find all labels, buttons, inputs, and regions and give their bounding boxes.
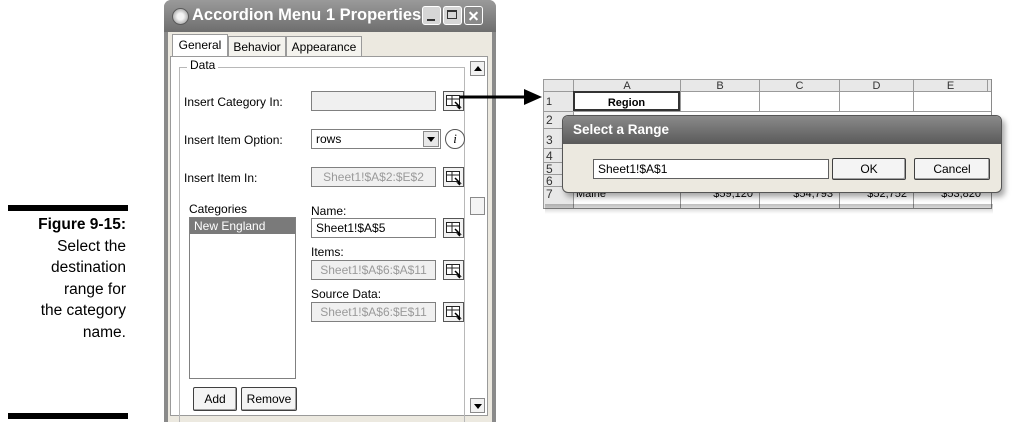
maximize-button[interactable]	[443, 6, 462, 25]
name-field[interactable]: Sheet1!$A$5	[311, 218, 436, 238]
general-panel: Data Insert Category In: Insert Item Opt…	[170, 56, 488, 422]
figure-number: Figure 9-15:	[38, 216, 126, 233]
dialog-title: Select a Range	[573, 122, 670, 137]
insert-category-field[interactable]	[311, 91, 436, 111]
list-item[interactable]: New England	[190, 218, 295, 234]
tab-appearance[interactable]: Appearance	[286, 36, 362, 56]
column-header[interactable]: A	[573, 79, 680, 91]
remove-button[interactable]: Remove	[241, 387, 297, 411]
categories-list[interactable]: New England	[189, 217, 296, 379]
app-icon	[172, 8, 189, 25]
column-header[interactable]: D	[839, 79, 913, 91]
insert-item-option-value: rows	[316, 132, 342, 146]
caption-line: Select the	[57, 237, 126, 255]
categories-label: Categories	[189, 202, 248, 216]
insert-item-in-label: Insert Item In:	[184, 171, 258, 185]
select-range-dialog: Select a Range Sheet1!$A$1 OK Cancel	[562, 115, 1002, 193]
range-input[interactable]: Sheet1!$A$1	[593, 159, 829, 179]
chevron-down-icon[interactable]	[423, 131, 439, 147]
properties-window: Accordion Menu 1 Properties General Beha…	[164, 0, 496, 422]
table-row: 1 Region	[543, 91, 991, 111]
caption-rule-top	[8, 205, 128, 211]
range-select-icon	[443, 218, 464, 238]
caption-line: range for	[63, 280, 126, 298]
items-range-button[interactable]	[443, 260, 464, 280]
minimize-button[interactable]	[422, 6, 441, 25]
column-header[interactable]	[987, 79, 991, 91]
column-header[interactable]: B	[680, 79, 759, 91]
scroll-thumb[interactable]	[470, 197, 485, 215]
source-data-range-button[interactable]	[443, 302, 464, 322]
insert-item-option-select[interactable]: rows	[311, 129, 441, 149]
insert-item-in-field[interactable]: Sheet1!$A$2:$E$2	[311, 167, 436, 187]
range-select-icon	[443, 302, 464, 322]
table-cell[interactable]	[759, 91, 839, 111]
corner-cell[interactable]	[543, 79, 573, 91]
group-label-data: Data	[187, 58, 219, 72]
pointer-arrow	[460, 89, 542, 105]
insert-item-option-label: Insert Item Option:	[184, 133, 283, 147]
figure-caption: Figure 9-15: Select the destination rang…	[0, 214, 126, 343]
table-cell[interactable]	[680, 91, 759, 111]
caption-line: name.	[82, 323, 126, 341]
source-data-field[interactable]: Sheet1!$A$6:$E$11	[311, 302, 436, 322]
column-header[interactable]: C	[759, 79, 839, 91]
cell-a1-selected[interactable]: Region	[573, 91, 680, 111]
range-select-icon	[443, 260, 464, 280]
row-header[interactable]: 1	[543, 91, 573, 111]
add-button[interactable]: Add	[193, 387, 237, 411]
column-header-row: A B C D E	[543, 79, 991, 91]
ok-button[interactable]: OK	[832, 158, 906, 180]
window-client: General Behavior Appearance Data Insert …	[168, 32, 492, 422]
items-field[interactable]: Sheet1!$A$6:$A$11	[311, 260, 436, 280]
name-range-button[interactable]	[443, 218, 464, 238]
range-select-icon	[443, 167, 464, 187]
insert-item-in-range-button[interactable]	[443, 167, 464, 187]
tab-behavior[interactable]: Behavior	[228, 36, 286, 56]
caption-line: the category	[40, 302, 126, 319]
vertical-scrollbar[interactable]	[470, 61, 485, 413]
column-header[interactable]: E	[913, 79, 987, 91]
scroll-up-button[interactable]	[470, 61, 485, 76]
info-icon[interactable]: i	[445, 129, 465, 149]
table-cell[interactable]	[839, 91, 913, 111]
spreadsheet-shadow	[545, 204, 993, 214]
dialog-titlebar[interactable]: Select a Range	[563, 116, 1001, 144]
tab-general[interactable]: General	[172, 34, 228, 56]
caption-rule-bottom	[8, 413, 128, 419]
name-label: Name:	[311, 204, 347, 218]
caption-line: destination	[51, 259, 126, 276]
table-cell[interactable]	[913, 91, 991, 111]
close-button[interactable]	[464, 6, 483, 25]
window-titlebar[interactable]: Accordion Menu 1 Properties	[164, 0, 496, 32]
items-label: Items:	[311, 245, 344, 259]
window-title: Accordion Menu 1 Properties	[192, 6, 422, 24]
cancel-button[interactable]: Cancel	[914, 158, 990, 180]
scroll-down-button[interactable]	[470, 398, 485, 413]
insert-category-label: Insert Category In:	[184, 95, 283, 109]
source-data-label: Source Data:	[311, 287, 382, 301]
